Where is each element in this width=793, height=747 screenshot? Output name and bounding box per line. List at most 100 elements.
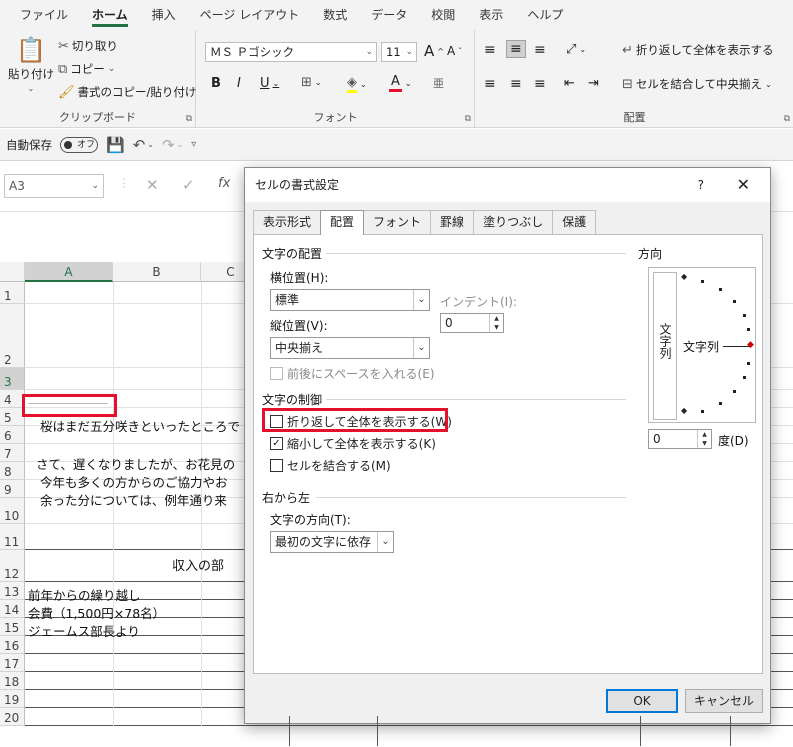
- row-header-7[interactable]: 7: [0, 444, 25, 462]
- spin-down-icon[interactable]: ▼: [489, 323, 503, 332]
- tab-page-layout[interactable]: ページ レイアウト: [188, 0, 312, 30]
- cell-a13[interactable]: 会費（1,500円×78名）: [28, 603, 165, 622]
- justify-distributed-checkbox[interactable]: 前後にスペースを入れる(E): [270, 365, 435, 382]
- align-top-button[interactable]: ≡: [484, 42, 496, 58]
- tab-insert[interactable]: 挿入: [140, 0, 188, 30]
- cut-button[interactable]: ✂ 切り取り: [58, 38, 118, 54]
- spin-down-icon[interactable]: ▼: [697, 439, 711, 448]
- orientation-button[interactable]: ⤢ ⌄: [566, 42, 586, 57]
- font-color-button[interactable]: A ⌄: [389, 74, 412, 92]
- dialog-tab-protection[interactable]: 保護: [552, 210, 597, 234]
- merge-center-button[interactable]: ⊟ セルを結合して中央揃え ⌄: [622, 76, 772, 92]
- row-header-19[interactable]: 19: [0, 690, 25, 708]
- column-header-a[interactable]: A: [25, 262, 113, 282]
- underline-button[interactable]: U ⌄: [260, 76, 279, 91]
- decrease-indent-button[interactable]: ⇤: [564, 76, 575, 91]
- wrap-text-button[interactable]: ↵ 折り返して全体を表示する: [622, 42, 774, 58]
- cell-a7[interactable]: 今年も多くの方からのご協力やお: [40, 472, 228, 491]
- cell-a8[interactable]: 余った分については、例年通り来: [40, 490, 227, 509]
- row-header-2[interactable]: 2: [0, 304, 25, 368]
- tab-data[interactable]: データ: [359, 0, 419, 30]
- alignment-launcher-icon[interactable]: ⧉: [784, 114, 790, 124]
- row-header-17[interactable]: 17: [0, 654, 25, 672]
- cell-a11[interactable]: 収入の部: [172, 555, 224, 574]
- row-header-12[interactable]: 12: [0, 550, 25, 582]
- tab-review[interactable]: 校閲: [419, 0, 467, 30]
- align-center-button[interactable]: ≡: [510, 76, 522, 92]
- shrink-font-button[interactable]: Aˇ: [447, 44, 462, 58]
- ok-button[interactable]: OK: [606, 689, 678, 713]
- tab-file[interactable]: ファイル: [8, 0, 80, 30]
- font-name-combo[interactable]: ＭＳ Ｐゴシック ⌄: [205, 42, 377, 62]
- cancel-button[interactable]: キャンセル: [685, 689, 763, 713]
- cell-a14[interactable]: ジェームス部長より: [28, 621, 140, 640]
- clipboard-launcher-icon[interactable]: ⧉: [186, 114, 192, 124]
- dialog-tab-number[interactable]: 表示形式: [253, 210, 322, 234]
- spin-up-icon[interactable]: ▲: [489, 314, 503, 323]
- select-all-corner[interactable]: [0, 262, 25, 282]
- column-header-b[interactable]: B: [113, 262, 201, 282]
- cell-a6[interactable]: さて、遅くなりましたが、お花見の: [36, 454, 235, 473]
- degrees-stepper[interactable]: 0 ▲ ▼: [648, 429, 712, 449]
- text-direction-select[interactable]: 最初の文字に依存 ⌄: [270, 531, 394, 553]
- row-header-16[interactable]: 16: [0, 636, 25, 654]
- align-middle-button[interactable]: ≡: [506, 40, 526, 58]
- cancel-icon[interactable]: ✕: [146, 176, 159, 194]
- format-painter-button[interactable]: 🖌 書式のコピー/貼り付け: [58, 84, 196, 100]
- dialog-tab-fill[interactable]: 塗りつぶし: [473, 210, 554, 234]
- fill-color-button[interactable]: ◈ ⌄: [347, 75, 367, 93]
- dialog-tab-alignment[interactable]: 配置: [320, 210, 365, 235]
- increase-indent-button[interactable]: ⇥: [588, 76, 599, 91]
- bold-button[interactable]: B: [211, 76, 221, 91]
- align-bottom-button[interactable]: ≡: [534, 42, 546, 58]
- insert-function-button[interactable]: fx: [218, 176, 230, 191]
- close-icon[interactable]: ✕: [737, 168, 750, 202]
- font-size-combo[interactable]: 11 ⌄: [381, 42, 417, 62]
- enter-icon[interactable]: ✓: [182, 176, 195, 194]
- customize-qat-icon[interactable]: ▿: [191, 139, 196, 150]
- align-right-button[interactable]: ≡: [534, 76, 546, 92]
- orientation-handle-icon[interactable]: ◆: [747, 340, 754, 350]
- borders-button[interactable]: ⊞ ⌄: [301, 75, 322, 90]
- row-header-6[interactable]: 6: [0, 426, 25, 444]
- row-header-11[interactable]: 11: [0, 524, 25, 550]
- tab-help[interactable]: ヘルプ: [515, 0, 575, 30]
- grow-font-button[interactable]: A ^: [424, 42, 444, 60]
- orientation-box[interactable]: 文字列 文字列 ◆ ◆ ◆: [648, 267, 756, 423]
- row-header-14[interactable]: 14: [0, 600, 25, 618]
- redo-icon[interactable]: ↷: [162, 136, 175, 154]
- dialog-tab-border[interactable]: 罫線: [430, 210, 475, 234]
- dialog-tab-font[interactable]: フォント: [363, 210, 432, 234]
- merge-cells-checkbox[interactable]: セルを結合する(M): [270, 457, 391, 474]
- autosave-toggle[interactable]: オフ: [60, 136, 98, 153]
- font-launcher-icon[interactable]: ⧉: [465, 114, 471, 124]
- copy-button[interactable]: ⧉ コピー ⌄: [58, 61, 115, 77]
- save-icon[interactable]: 💾: [106, 136, 125, 154]
- align-left-button[interactable]: ≡: [484, 76, 496, 92]
- name-box[interactable]: A3 ⌄: [4, 174, 104, 198]
- tab-home[interactable]: ホーム: [80, 0, 140, 30]
- row-header-20[interactable]: 20: [0, 708, 25, 726]
- chevron-down-icon[interactable]: ⌄: [177, 140, 184, 149]
- row-header-15[interactable]: 15: [0, 618, 25, 636]
- cell-a12[interactable]: 前年からの繰り越し: [28, 585, 141, 604]
- horizontal-select[interactable]: 標準 ⌄: [270, 289, 430, 311]
- row-header-9[interactable]: 9: [0, 480, 25, 498]
- chevron-down-icon[interactable]: ⌄: [147, 140, 154, 149]
- indent-stepper[interactable]: 0 ▲ ▼: [440, 313, 504, 333]
- vertical-text-toggle[interactable]: 文字列: [653, 272, 677, 420]
- shrink-to-fit-checkbox[interactable]: ✓ 縮小して全体を表示する(K): [270, 435, 436, 452]
- row-header-8[interactable]: 8: [0, 462, 25, 480]
- row-header-13[interactable]: 13: [0, 582, 25, 600]
- cell-a4[interactable]: 桜はまだ五分咲きといったところで: [40, 416, 240, 435]
- row-header-18[interactable]: 18: [0, 672, 25, 690]
- help-icon[interactable]: ?: [698, 168, 704, 202]
- phonetic-button[interactable]: 亜: [433, 75, 444, 91]
- tab-formulas[interactable]: 数式: [311, 0, 359, 30]
- paste-button[interactable]: 📋 貼り付け ⌄: [8, 36, 54, 93]
- vertical-select[interactable]: 中央揃え ⌄: [270, 337, 430, 359]
- undo-icon[interactable]: ↶: [133, 136, 146, 154]
- italic-button[interactable]: I: [237, 76, 241, 91]
- row-header-3[interactable]: 3: [0, 368, 25, 390]
- row-header-10[interactable]: 10: [0, 498, 25, 524]
